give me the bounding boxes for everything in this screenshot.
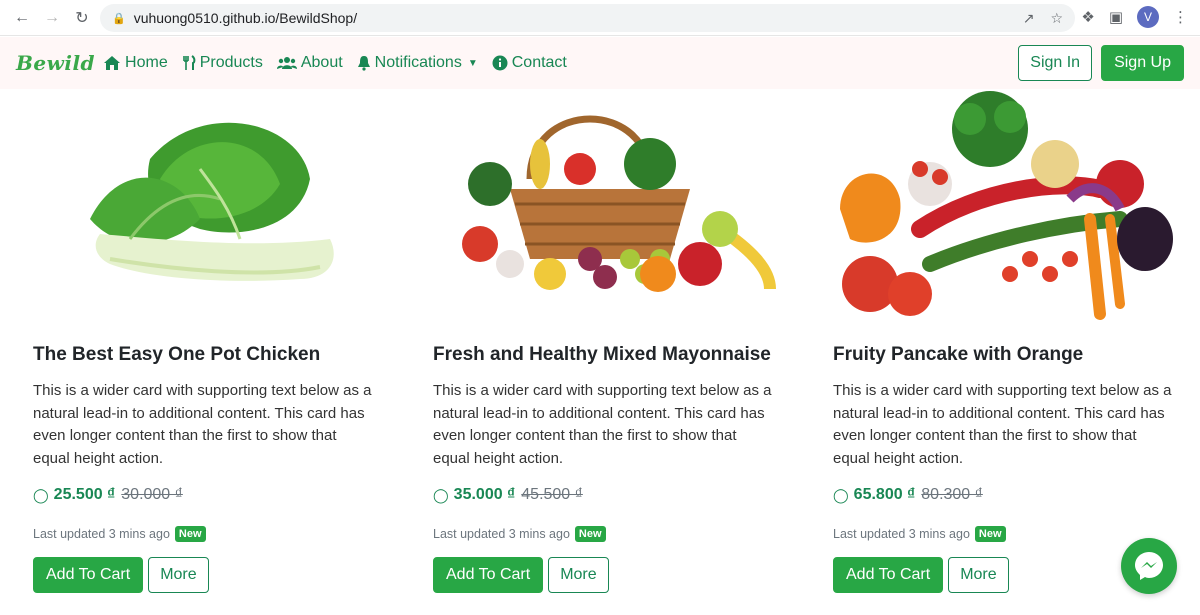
nav-item-label: Products <box>199 54 263 71</box>
current-price: 25.500 ₫ <box>53 486 116 503</box>
updated-row: Last updated 3 mins ago New <box>33 526 373 542</box>
nav-item-label: About <box>300 54 343 71</box>
new-badge: New <box>574 526 606 542</box>
money-bag-icon: ◯ <box>833 486 849 503</box>
add-to-cart-button[interactable]: Add To Cart <box>833 557 944 593</box>
new-badge: New <box>174 526 206 542</box>
share-icon[interactable]: ↗ <box>1023 10 1035 27</box>
current-price: 65.800 ₫ <box>853 486 916 503</box>
nav-item-notifications[interactable]: Notifications ▼ <box>357 54 478 72</box>
nav-item-about[interactable]: About <box>276 54 343 72</box>
browser-toolbar: ← → ↻ 🔒 vuhuong0510.github.io/BewildShop… <box>0 0 1200 36</box>
card-actions: Add To Cart More <box>433 557 773 593</box>
last-updated-text: Last updated 3 mins ago <box>33 527 170 541</box>
price-row: ◯ 25.500 ₫ 30.000 ₫ <box>33 486 373 504</box>
side-panel-icon[interactable]: ▣ <box>1109 8 1123 26</box>
vegetables-image <box>800 89 1200 329</box>
last-updated-text: Last updated 3 mins ago <box>433 527 570 541</box>
nav-item-contact[interactable]: Contact <box>492 54 567 72</box>
nav-item-label: Contact <box>511 54 567 71</box>
card-text: This is a wider card with supporting tex… <box>433 382 772 467</box>
old-price: 30.000 ₫ <box>121 486 183 503</box>
old-price: 45.500 ₫ <box>521 486 583 503</box>
product-cards: The Best Easy One Pot Chicken This is a … <box>0 89 1200 615</box>
card-title[interactable]: Fruity Pancake with Orange <box>833 344 1173 366</box>
current-price: 35.000 ₫ <box>453 486 516 503</box>
messenger-chat-button[interactable] <box>1121 538 1177 594</box>
extensions-icon[interactable]: ❖ <box>1081 8 1094 26</box>
chevron-down-icon: ▼ <box>467 57 478 69</box>
reload-icon[interactable]: ↻ <box>70 6 94 30</box>
more-button[interactable]: More <box>148 557 209 593</box>
old-price: 80.300 ₫ <box>921 486 983 503</box>
updated-row: Last updated 3 mins ago New <box>433 526 773 542</box>
money-bag-icon: ◯ <box>433 486 449 503</box>
lock-icon: 🔒 <box>112 12 126 25</box>
money-bag-icon: ◯ <box>33 486 49 503</box>
price-row: ◯ 65.800 ₫ 80.300 ₫ <box>833 486 1173 504</box>
card-text: This is a wider card with supporting tex… <box>33 382 372 467</box>
fruit-basket-image <box>400 89 800 329</box>
updated-row: Last updated 3 mins ago New <box>833 526 1173 542</box>
add-to-cart-button[interactable]: Add To Cart <box>33 557 144 593</box>
forward-arrow-icon[interactable]: → <box>40 6 64 30</box>
sign-up-button[interactable]: Sign Up <box>1101 45 1184 81</box>
nav-item-label: Home <box>125 54 168 71</box>
product-card: Fruity Pancake with Orange This is a wid… <box>800 89 1200 615</box>
more-button[interactable]: More <box>948 557 1009 593</box>
card-title[interactable]: Fresh and Healthy Mixed Mayonnaise <box>433 344 773 366</box>
users-icon <box>276 57 297 69</box>
info-icon <box>492 55 508 71</box>
last-updated-text: Last updated 3 mins ago <box>833 527 970 541</box>
nav-item-products[interactable]: Products <box>182 54 263 72</box>
home-icon <box>104 56 121 70</box>
profile-avatar[interactable]: V <box>1137 6 1159 28</box>
brand-logo[interactable]: Bewild <box>16 51 95 75</box>
url-text: vuhuong0510.github.io/BewildShop/ <box>133 10 358 26</box>
utensils-icon <box>182 55 196 70</box>
product-card: Fresh and Healthy Mixed Mayonnaise This … <box>400 89 800 615</box>
messenger-icon <box>1135 552 1163 580</box>
menu-kebab-icon[interactable]: ⋮ <box>1173 8 1188 26</box>
bok-choy-image <box>0 89 400 329</box>
back-arrow-icon[interactable]: ← <box>10 6 34 30</box>
price-row: ◯ 35.000 ₫ 45.500 ₫ <box>433 486 773 504</box>
card-title[interactable]: The Best Easy One Pot Chicken <box>33 344 373 366</box>
card-text: This is a wider card with supporting tex… <box>833 382 1172 467</box>
sign-in-button[interactable]: Sign In <box>1018 45 1093 81</box>
new-badge: New <box>974 526 1006 542</box>
nav-item-label: Notifications <box>374 54 462 71</box>
site-navbar: Bewild Home Products About Notifications… <box>0 37 1200 89</box>
card-body: Fresh and Healthy Mixed Mayonnaise This … <box>433 344 773 593</box>
bell-icon <box>357 56 370 71</box>
nav-item-home[interactable]: Home <box>103 54 168 72</box>
address-bar[interactable]: 🔒 vuhuong0510.github.io/BewildShop/ ↗ ☆ <box>100 4 1075 32</box>
product-card: The Best Easy One Pot Chicken This is a … <box>0 89 400 615</box>
bookmark-star-icon[interactable]: ☆ <box>1050 10 1063 27</box>
add-to-cart-button[interactable]: Add To Cart <box>433 557 544 593</box>
card-body: The Best Easy One Pot Chicken This is a … <box>33 344 373 593</box>
card-actions: Add To Cart More <box>33 557 373 593</box>
more-button[interactable]: More <box>548 557 609 593</box>
